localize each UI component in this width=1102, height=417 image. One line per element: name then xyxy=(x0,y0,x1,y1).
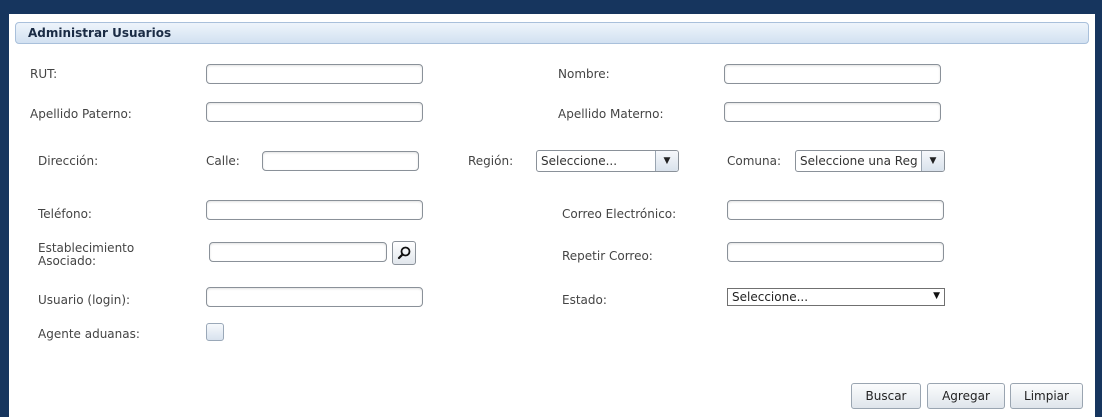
establecimiento-input[interactable] xyxy=(209,242,387,262)
apellido-materno-label: Apellido Materno: xyxy=(558,107,664,121)
telefono-input[interactable] xyxy=(206,200,423,220)
establecimiento-label-line2: Asociado: xyxy=(38,254,97,268)
search-establecimiento-button[interactable] xyxy=(392,241,416,265)
calle-label: Calle: xyxy=(206,154,240,168)
agente-aduanas-label: Agente aduanas: xyxy=(38,327,140,341)
region-combobox[interactable]: Seleccione... ▼ xyxy=(536,150,679,172)
region-label: Región: xyxy=(468,154,514,168)
telefono-label: Teléfono: xyxy=(38,207,92,221)
panel-header: Administrar Usuarios xyxy=(15,22,1089,44)
apellido-paterno-input[interactable] xyxy=(206,102,423,122)
repetir-correo-label: Repetir Correo: xyxy=(562,249,653,263)
usuario-input[interactable] xyxy=(206,287,423,307)
estado-label: Estado: xyxy=(562,293,607,307)
calle-input[interactable] xyxy=(262,151,419,171)
window-frame-top xyxy=(0,0,1102,14)
limpiar-button[interactable]: Limpiar xyxy=(1010,383,1083,409)
chevron-down-icon[interactable]: ▼ xyxy=(921,151,944,171)
comuna-label: Comuna: xyxy=(727,154,782,168)
estado-select[interactable]: Seleccione... ▼ xyxy=(727,288,945,306)
comuna-selected-value: Seleccione una Reg xyxy=(800,154,918,168)
buscar-button[interactable]: Buscar xyxy=(851,383,921,409)
chevron-down-icon: ▼ xyxy=(933,291,940,301)
region-selected-value: Seleccione... xyxy=(541,154,618,168)
estado-selected-value: Seleccione... xyxy=(732,290,809,304)
usuario-label: Usuario (login): xyxy=(38,293,131,307)
apellido-materno-input[interactable] xyxy=(724,102,941,122)
nombre-label: Nombre: xyxy=(558,67,610,81)
repetir-correo-input[interactable] xyxy=(727,242,944,262)
window-frame-right xyxy=(1095,0,1102,417)
panel-title: Administrar Usuarios xyxy=(28,26,172,40)
correo-label: Correo Electrónico: xyxy=(562,207,677,221)
agente-aduanas-checkbox[interactable] xyxy=(206,323,224,341)
agregar-button[interactable]: Agregar xyxy=(927,383,1005,409)
magnifier-icon xyxy=(397,246,411,260)
direccion-label: Dirección: xyxy=(38,154,99,168)
rut-input[interactable] xyxy=(206,64,423,84)
comuna-combobox[interactable]: Seleccione una Reg ▼ xyxy=(795,150,945,172)
nombre-input[interactable] xyxy=(724,64,941,84)
establecimiento-label-line1: Establecimiento xyxy=(38,241,135,255)
correo-input[interactable] xyxy=(727,200,944,220)
chevron-down-icon[interactable]: ▼ xyxy=(655,151,678,171)
rut-label: RUT: xyxy=(30,67,58,81)
apellido-paterno-label: Apellido Paterno: xyxy=(30,107,132,121)
window-frame-left xyxy=(0,0,9,417)
